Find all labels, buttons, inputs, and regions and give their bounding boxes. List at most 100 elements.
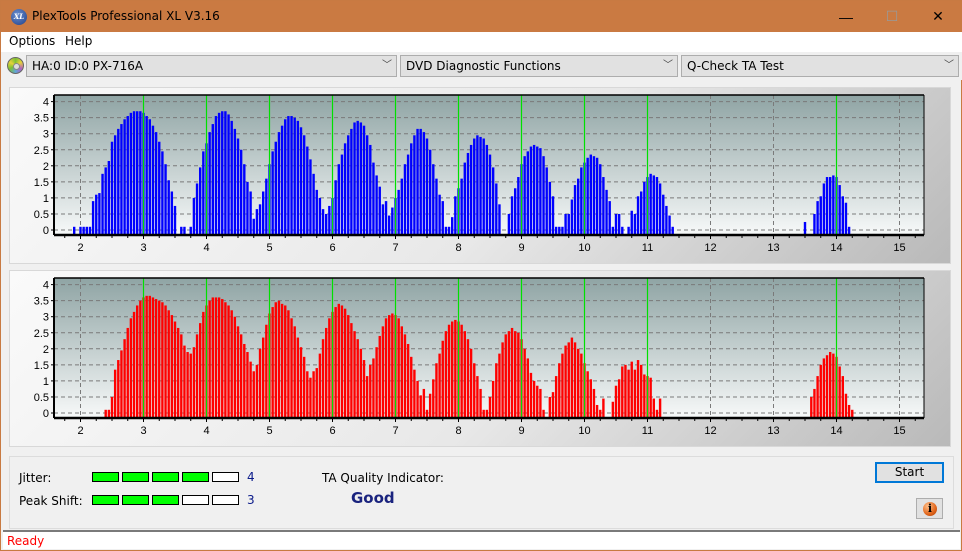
histogram-bar xyxy=(362,125,366,235)
histogram-bar xyxy=(510,196,514,235)
histogram-bar xyxy=(299,127,303,235)
histogram-bar xyxy=(117,360,120,418)
histogram-bar xyxy=(501,342,504,418)
histogram-bar xyxy=(277,132,281,235)
histogram-bar xyxy=(551,196,555,235)
histogram-bar xyxy=(545,167,548,235)
histogram-bar xyxy=(123,339,126,418)
menu-help[interactable]: Help xyxy=(65,34,92,48)
histogram-bar xyxy=(381,204,385,235)
histogram-bar xyxy=(158,141,161,235)
peak-shift-label: Peak Shift: xyxy=(19,494,83,508)
histogram-bar xyxy=(290,318,293,418)
histogram-bar xyxy=(321,209,325,235)
histogram-bar xyxy=(495,183,498,235)
histogram-bar xyxy=(419,395,422,418)
histogram-bar xyxy=(463,162,466,235)
test-select[interactable]: Q-Check TA Test ﹀ xyxy=(681,55,959,77)
histogram-bar xyxy=(570,199,574,235)
histogram-bar xyxy=(139,300,142,418)
histogram-bar xyxy=(400,326,403,418)
histogram-bar xyxy=(422,388,426,418)
histogram-bar xyxy=(236,138,240,235)
x-tick-label: 13 xyxy=(767,425,779,437)
histogram-bar xyxy=(123,119,126,235)
histogram-bar xyxy=(91,201,95,235)
histogram-bar xyxy=(243,343,246,418)
histogram-bar xyxy=(819,196,822,235)
chevron-down-icon: ﹀ xyxy=(944,60,954,71)
histogram-bar xyxy=(476,135,479,235)
histogram-bar xyxy=(343,308,347,418)
minimize-button[interactable]: — xyxy=(823,1,869,32)
x-tick-label: 7 xyxy=(392,242,398,254)
x-tick-label: 8 xyxy=(455,425,461,437)
histogram-bar xyxy=(488,154,492,235)
histogram-bar xyxy=(221,111,224,235)
peak-shift-meter-segment xyxy=(152,495,179,505)
info-button[interactable]: i xyxy=(916,498,943,519)
histogram-bar xyxy=(384,318,388,418)
histogram-bar xyxy=(473,138,476,235)
histogram-bar xyxy=(491,167,495,235)
histogram-bar xyxy=(195,183,199,235)
histogram-bar xyxy=(573,185,577,235)
histogram-bar xyxy=(649,377,652,418)
y-tick-label: 1 xyxy=(43,376,49,388)
histogram-bar xyxy=(126,327,129,418)
histogram-bar xyxy=(614,213,618,235)
histogram-bar xyxy=(296,337,300,418)
histogram-bar xyxy=(523,348,526,418)
chevron-down-icon: ﹀ xyxy=(663,60,673,71)
histogram-bar xyxy=(302,135,306,235)
histogram-bar xyxy=(819,364,822,418)
x-tick-label: 4 xyxy=(203,425,209,437)
histogram-bar xyxy=(507,331,511,418)
histogram-bar xyxy=(356,120,359,235)
title-bar[interactable]: XL PlexTools Professional XL V3.16 — ☐ ✕ xyxy=(1,1,962,32)
histogram-bar xyxy=(132,311,136,418)
drive-select[interactable]: HA:0 ID:0 PX-716A ﹀ xyxy=(26,55,397,77)
histogram-bar xyxy=(202,151,205,235)
x-tick-label: 3 xyxy=(140,425,146,437)
histogram-bar xyxy=(318,197,322,235)
menu-options[interactable]: Options xyxy=(9,34,55,48)
histogram-bar xyxy=(161,302,164,418)
histogram-bar xyxy=(381,326,385,418)
y-tick-label: 1.5 xyxy=(34,177,49,189)
histogram-bar xyxy=(816,201,819,235)
y-tick-label: 3 xyxy=(43,129,49,141)
x-tick-label: 12 xyxy=(704,242,716,254)
function-group-select[interactable]: DVD Diagnostic Functions ﹀ xyxy=(400,55,678,77)
histogram-bar xyxy=(217,297,221,418)
histogram-bar xyxy=(230,120,233,235)
histogram-bar xyxy=(460,178,463,235)
histogram-bar xyxy=(104,167,107,235)
histogram-bar xyxy=(362,360,366,418)
x-tick-label: 14 xyxy=(830,425,842,437)
histogram-bar xyxy=(432,379,435,418)
histogram-bar xyxy=(621,366,624,418)
histogram-bar xyxy=(419,128,422,235)
close-button[interactable]: ✕ xyxy=(915,1,961,32)
peak-shift-meter-segment xyxy=(182,495,209,505)
histogram-bar xyxy=(564,345,567,418)
histogram-bar xyxy=(435,363,438,418)
x-tick-label: 3 xyxy=(140,242,146,254)
histogram-bar xyxy=(589,379,592,418)
histogram-bar xyxy=(340,154,344,235)
histogram-bar xyxy=(838,185,841,235)
maximize-button[interactable]: ☐ xyxy=(869,1,915,32)
histogram-bar xyxy=(306,146,309,235)
start-button[interactable]: Start xyxy=(875,462,944,483)
histogram-bar xyxy=(554,376,558,418)
histogram-bar xyxy=(230,310,233,418)
window-title: PlexTools Professional XL V3.16 xyxy=(32,9,220,23)
histogram-bar xyxy=(208,300,211,418)
histogram-bar xyxy=(154,299,158,418)
histogram-bar xyxy=(132,111,136,235)
histogram-bar xyxy=(451,321,454,418)
histogram-bar xyxy=(334,307,337,418)
x-tick-label: 12 xyxy=(704,425,716,437)
histogram-bar xyxy=(403,164,407,235)
